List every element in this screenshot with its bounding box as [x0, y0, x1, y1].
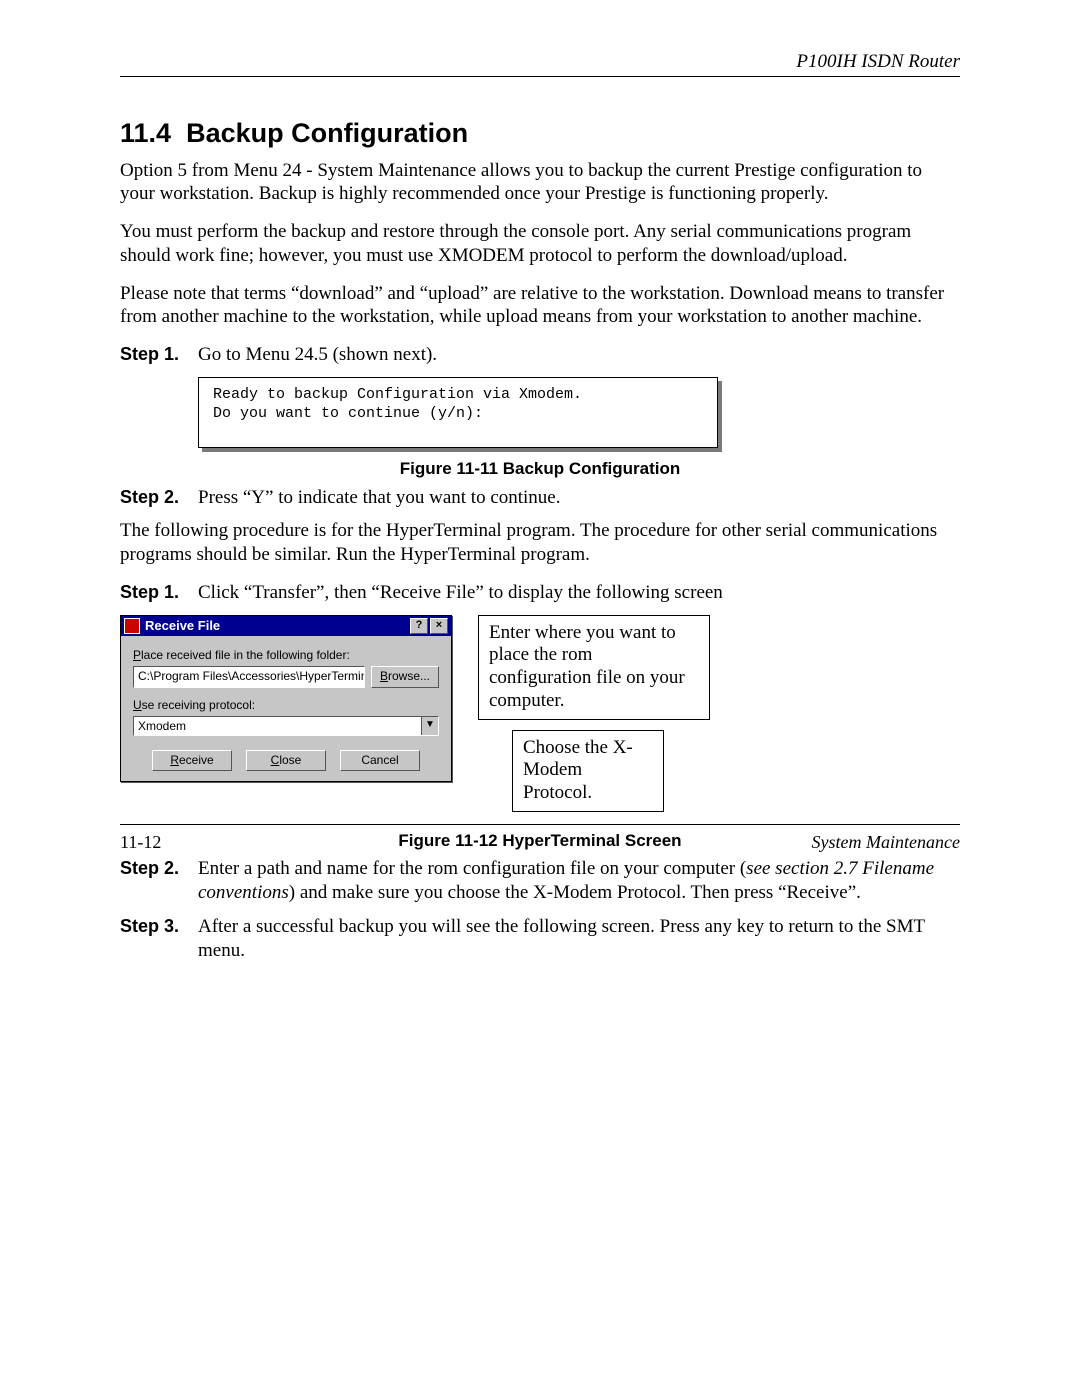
label-rest: rowse... [388, 669, 430, 683]
label-rest: lace received file in the following fold… [141, 648, 350, 662]
step-row: Step 2. Enter a path and name for the ro… [120, 857, 960, 905]
step-row: Step 2. Press “Y” to indicate that you w… [120, 486, 960, 510]
step-label: Step 1. [120, 581, 198, 605]
paragraph: The following procedure is for the Hyper… [120, 519, 960, 567]
step-text: Press “Y” to indicate that you want to c… [198, 486, 960, 510]
section-heading: 11.4 Backup Configuration [120, 117, 960, 151]
dialog-title: Receive File [145, 618, 408, 634]
callout-protocol: Choose the X-Modem Protocol. [512, 730, 664, 812]
paragraph: Option 5 from Menu 24 - System Maintenan… [120, 159, 960, 207]
step-text-part: ) and make sure you choose the X-Modem P… [289, 882, 861, 903]
step-text-part: Enter a path and name for the rom config… [198, 858, 746, 879]
terminal-box: Ready to backup Configuration via Xmodem… [198, 377, 718, 449]
callout-folder: Enter where you want to place the rom co… [478, 615, 710, 720]
step-label: Step 2. [120, 486, 198, 510]
protocol-select[interactable]: Xmodem ▼ [133, 716, 439, 736]
chapter-name: System Maintenance [812, 831, 960, 854]
step-row: Step 1. Click “Transfer”, then “Receive … [120, 581, 960, 605]
terminal-line: Do you want to continue (y/n): [213, 405, 483, 422]
app-icon [124, 618, 140, 634]
step-text: After a successful backup you will see t… [198, 915, 960, 963]
underline-char: U [133, 698, 142, 712]
folder-input[interactable]: C:\Program Files\Accessories\HyperTermin… [133, 666, 365, 688]
callout-column: Enter where you want to place the rom co… [478, 615, 710, 813]
step-label: Step 2. [120, 857, 198, 905]
step-row: Step 3. After a successful backup you wi… [120, 915, 960, 963]
step-label: Step 1. [120, 343, 198, 367]
label-rest: eceive [179, 753, 214, 767]
cancel-button[interactable]: Cancel [340, 750, 420, 771]
label-rest: se receiving protocol: [142, 698, 255, 712]
page-number: 11-12 [120, 831, 161, 854]
running-header: P100IH ISDN Router [120, 50, 960, 74]
figure-hyperterminal: Receive File ? × Place received file in … [120, 615, 960, 852]
step-row: Step 1. Go to Menu 24.5 (shown next). [120, 343, 960, 367]
page-footer: 11-12 System Maintenance [120, 824, 960, 854]
underline-char: P [133, 648, 141, 662]
protocol-label: Use receiving protocol: [133, 698, 439, 713]
paragraph: Please note that terms “download” and “u… [120, 282, 960, 330]
chevron-down-icon[interactable]: ▼ [421, 717, 438, 735]
folder-label: Place received file in the following fol… [133, 648, 439, 663]
header-rule [120, 76, 960, 77]
underline-char: R [170, 753, 179, 767]
figure-terminal: Ready to backup Configuration via Xmodem… [198, 377, 718, 449]
receive-button[interactable]: Receive [152, 750, 232, 771]
close-button[interactable]: × [430, 618, 448, 634]
step-label: Step 3. [120, 915, 198, 963]
protocol-value: Xmodem [134, 717, 421, 735]
figure-caption: Figure 11-11 Backup Configuration [120, 458, 960, 479]
help-button[interactable]: ? [410, 618, 428, 634]
browse-button[interactable]: Browse... [371, 666, 439, 688]
step-text: Go to Menu 24.5 (shown next). [198, 343, 960, 367]
step-text: Enter a path and name for the rom config… [198, 857, 960, 905]
close-dialog-button[interactable]: Close [246, 750, 326, 771]
footer-rule [120, 824, 960, 825]
dialog-titlebar: Receive File ? × [121, 616, 451, 636]
terminal-line: Ready to backup Configuration via Xmodem… [213, 386, 582, 403]
label-rest: lose [279, 753, 301, 767]
section-number: 11.4 [120, 118, 171, 148]
step-text: Click “Transfer”, then “Receive File” to… [198, 581, 960, 605]
underline-char: B [380, 669, 388, 683]
paragraph: You must perform the backup and restore … [120, 220, 960, 268]
section-title: Backup Configuration [186, 118, 468, 148]
receive-file-dialog: Receive File ? × Place received file in … [120, 615, 452, 782]
